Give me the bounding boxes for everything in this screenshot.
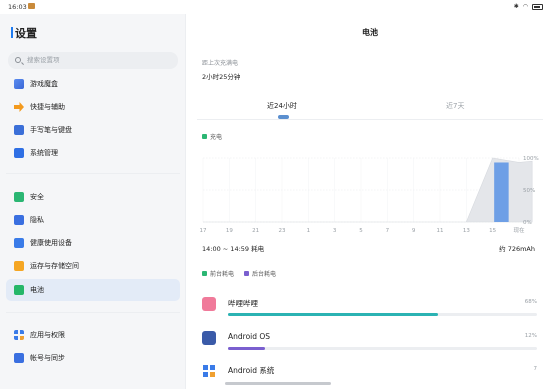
x-tick-label: 21: [252, 228, 259, 234]
sidebar-item-health[interactable]: 健康使用设备: [6, 232, 180, 254]
sidebar-item-battery[interactable]: 电池: [6, 279, 180, 301]
y-tick-label: 50%: [523, 188, 535, 194]
sidebar-item-shortcut[interactable]: 快捷与辅助: [6, 96, 180, 118]
battery-status-icon: [532, 3, 543, 10]
apps-grid-icon: [14, 330, 24, 340]
lock-icon: [14, 215, 24, 225]
sidebar-item-privacy[interactable]: 隐私: [6, 209, 180, 231]
app-name: Android 系统: [228, 366, 275, 375]
since-charge-value: 2小时25分钟: [202, 73, 241, 81]
sidebar-item-account[interactable]: 帐号与同步: [6, 347, 180, 369]
status-time: 16:03: [8, 3, 27, 11]
app-usage-bar: [228, 313, 537, 316]
charge-legend: 充电: [202, 132, 222, 141]
x-tick-label: 23: [279, 228, 286, 234]
x-tick-label: 13: [463, 228, 470, 234]
tab-divider: [197, 119, 543, 120]
x-tick-label: 19: [226, 228, 233, 234]
usage-value: 约 726mAh: [499, 245, 535, 253]
sidebar-divider: [6, 173, 180, 174]
battery-chart[interactable]: 100%50%0% 17 19 21 23 1 3 5 7 9 11 13 15 现在: [197, 149, 547, 253]
app-percent: 12%: [524, 333, 537, 339]
sidebar-title: 设置: [11, 25, 37, 41]
apps-grid-icon: [202, 364, 216, 378]
status-icons: ✱ ◠: [514, 3, 543, 10]
x-tick-label: 现在: [513, 226, 525, 234]
sidebar-item-security[interactable]: 安全: [6, 186, 180, 208]
bilibili-icon: [202, 297, 216, 311]
app-usage-bar: [228, 347, 537, 350]
battery-icon: [14, 285, 24, 295]
shield-icon: [14, 192, 24, 202]
x-tick-label: 3: [333, 228, 337, 234]
x-tick-label: 17: [200, 228, 207, 234]
keyboard-icon: [14, 125, 24, 135]
home-indicator[interactable]: [225, 382, 331, 385]
y-tick-label: 100%: [523, 156, 539, 162]
sidebar: 设置 搜索设置项 游戏魔盒 快捷与辅助 手写笔与键盘 系统管理 安全 隐私 健康…: [0, 14, 186, 389]
app-row-bilibili[interactable]: 哔哩哔哩 68%: [202, 297, 537, 327]
storage-icon: [14, 261, 24, 271]
x-tick-label: 7: [386, 228, 390, 234]
shortcut-arrow-icon: [14, 102, 24, 112]
page-title: 电池: [362, 28, 378, 37]
system-icon: [14, 148, 24, 158]
charge-legend-swatch: [202, 134, 207, 139]
search-input[interactable]: 搜索设置项: [8, 52, 178, 69]
hourglass-icon: [14, 238, 24, 248]
x-tick-label: 1: [307, 228, 311, 234]
game-box-icon: [14, 79, 24, 89]
sidebar-divider: [6, 312, 180, 313]
app-percent: 68%: [524, 299, 537, 305]
x-tick-label: 15: [489, 228, 496, 234]
wifi-icon: ◠: [522, 3, 528, 10]
battery-panel: 电池 距上次充满电 2小时25分钟 近24小时 近7天 充电 100% 50% 0%…: [187, 14, 553, 389]
tab-7d[interactable]: 近7天: [446, 101, 464, 111]
y-tick-label: 0%: [523, 220, 532, 226]
x-axis-ticks: 17 19 21 23 1 3 5 7 9 11 13 15 现在: [200, 226, 525, 234]
search-icon: [15, 57, 21, 63]
selected-hour-bar: [494, 162, 509, 222]
account-icon: [14, 353, 24, 363]
x-tick-label: 5: [359, 228, 363, 234]
sidebar-item-system[interactable]: 系统管理: [6, 142, 180, 164]
sidebar-item-storage[interactable]: 运存与存储空间: [6, 255, 180, 277]
app-name: Android OS: [228, 332, 271, 341]
fg-legend: 前台耗电: [202, 269, 234, 278]
x-tick-label: 11: [437, 228, 444, 234]
sidebar-item-stylus[interactable]: 手写笔与键盘: [6, 119, 180, 141]
tab-24h[interactable]: 近24小时: [267, 101, 297, 111]
tab-indicator: [278, 115, 289, 119]
sidebar-item-game[interactable]: 游戏魔盒: [6, 73, 180, 95]
bg-legend: 后台耗电: [244, 269, 276, 278]
usage-legend: 前台耗电 后台耗电: [202, 269, 276, 278]
notification-icon: [28, 3, 35, 9]
app-row-android-system[interactable]: Android 系统 7: [202, 364, 537, 389]
status-bar: 16:03 ✱ ◠: [0, 0, 553, 14]
since-charge-label: 距上次充满电: [202, 60, 239, 67]
x-tick-label: 9: [412, 228, 416, 234]
bluetooth-icon: ✱: [513, 3, 519, 10]
selected-range-label: 14:00 ~ 14:59 耗电: [202, 245, 265, 253]
app-name: 哔哩哔哩: [228, 299, 258, 308]
app-row-android-os[interactable]: Android OS 12%: [202, 331, 537, 361]
app-percent: 7: [533, 366, 538, 372]
sidebar-item-apps[interactable]: 应用与权限: [6, 324, 180, 346]
android-icon: [202, 331, 216, 345]
